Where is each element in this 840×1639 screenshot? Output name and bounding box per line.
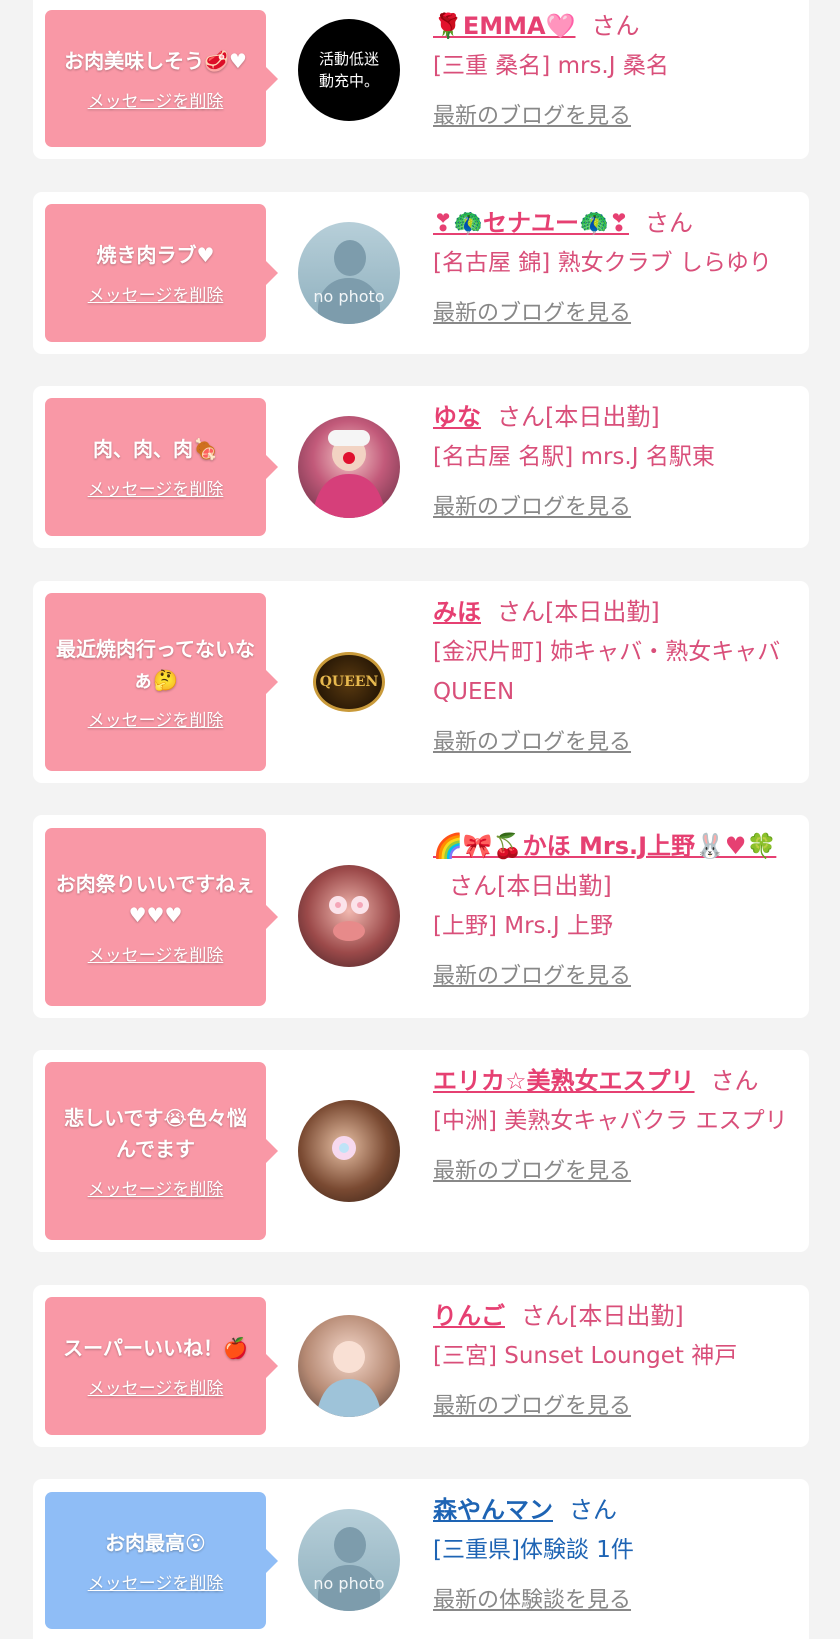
- cast-name-link[interactable]: ❣🦚セナユー🦚❣: [433, 209, 629, 237]
- silhouette-head: [334, 240, 366, 276]
- shop-location: [上野] Mrs.J 上野: [433, 913, 613, 939]
- latest-blog-link[interactable]: 最新のブログを見る: [433, 295, 631, 327]
- message-card: お肉美味しそう🥩♥ メッセージを削除 活動低迷動充中。 🌹EMMA🩷 さん [三重…: [33, 0, 809, 159]
- message-card: 焼き肉ラブ♥ メッセージを削除 no photo ❣🦚セナユー🦚❣ さん [名古屋…: [33, 192, 809, 354]
- queen-logo-text: QUEEN: [319, 674, 379, 690]
- delete-message-link[interactable]: メッセージを削除: [88, 1374, 224, 1399]
- no-photo-placeholder: no photo: [298, 222, 400, 324]
- message-bubble: 最近焼肉行ってないなぁ🤔 メッセージを削除: [45, 593, 278, 771]
- delete-message-link[interactable]: メッセージを削除: [88, 281, 224, 306]
- message-bubble: 悲しいです😭色々悩んでます メッセージを削除: [45, 1062, 278, 1240]
- avatar[interactable]: 活動低迷動充中。: [298, 19, 400, 121]
- delete-message-link[interactable]: メッセージを削除: [88, 941, 224, 966]
- message-bubble: スーパーいいね！🍎 メッセージを削除: [45, 1297, 278, 1435]
- shop-location: [金沢片町] 姉キャバ・熟女キャバ QUEEN: [433, 639, 781, 705]
- latest-blog-link[interactable]: 最新のブログを見る: [433, 1388, 631, 1420]
- silhouette-head: [334, 1527, 366, 1563]
- avatar[interactable]: no photo: [298, 1509, 400, 1611]
- message-card: スーパーいいね！🍎 メッセージを削除 りんご さん[本日出勤] [三宮] Suns…: [33, 1285, 809, 1447]
- message-bubble: お肉最高😮 メッセージを削除: [45, 1492, 278, 1629]
- cast-name-link[interactable]: 🌈🎀🍒かほ Mrs.J上野🐰♥🍀: [433, 832, 776, 860]
- latest-blog-link[interactable]: 最新のブログを見る: [433, 958, 631, 990]
- honorific: さん[本日出勤]: [497, 403, 660, 431]
- avatar-photo: [312, 430, 386, 518]
- cast-info: 🌹EMMA🩷 さん [三重 桑名] mrs.J 桑名 最新のブログを見る: [433, 6, 799, 130]
- cast-info: みほ さん[本日出勤] [金沢片町] 姉キャバ・熟女キャバ QUEEN 最新のブロ…: [433, 592, 799, 756]
- latest-review-link[interactable]: 最新の体験談を見る: [433, 1582, 631, 1614]
- latest-blog-link[interactable]: 最新のブログを見る: [433, 724, 631, 756]
- cast-name-link[interactable]: ゆな: [433, 403, 481, 431]
- cast-name-link[interactable]: りんご: [433, 1302, 505, 1330]
- delete-message-link[interactable]: メッセージを削除: [88, 706, 224, 731]
- reviewer-name-link[interactable]: 森やんマン: [433, 1496, 553, 1524]
- shop-location: [中洲] 美熟女キャバクラ エスプリ: [433, 1108, 788, 1134]
- honorific: さん: [591, 12, 640, 40]
- shop-location: [三重 桑名] mrs.J 桑名: [433, 53, 669, 79]
- avatar[interactable]: [298, 865, 400, 967]
- cast-info: りんご さん[本日出勤] [三宮] Sunset Lounget 神戸 最新のブロ…: [433, 1296, 799, 1420]
- cast-name-link[interactable]: 🌹EMMA🩷: [433, 12, 576, 40]
- latest-blog-link[interactable]: 最新のブログを見る: [433, 98, 631, 130]
- latest-blog-link[interactable]: 最新のブログを見る: [433, 489, 631, 521]
- message-bubble: お肉美味しそう🥩♥ メッセージを削除: [45, 10, 278, 147]
- no-photo-text: no photo: [313, 287, 385, 306]
- message-bubble: 焼き肉ラブ♥ メッセージを削除: [45, 204, 278, 342]
- message-card: お肉最高😮 メッセージを削除 no photo 森やんマン さん [三重県]体験談…: [33, 1479, 809, 1639]
- reviewer-location: [三重県]体験談 1件: [433, 1537, 634, 1563]
- no-photo-placeholder: no photo: [298, 1509, 400, 1611]
- honorific: さん[本日出勤]: [497, 598, 660, 626]
- message-text: 悲しいです😭色々悩んでます: [64, 1105, 247, 1161]
- message-bubble: お肉祭りいいですねぇ♥♥♥ メッセージを削除: [45, 828, 278, 1006]
- avatar-text: 活動低迷動充中。: [318, 50, 379, 90]
- honorific: さん[本日出勤]: [449, 872, 612, 900]
- cast-name-link[interactable]: エリカ☆美熟女エスプリ: [433, 1067, 695, 1095]
- avatar[interactable]: [298, 1315, 400, 1417]
- honorific: さん[本日出勤]: [521, 1302, 684, 1330]
- avatar-photo: [316, 1341, 382, 1417]
- latest-blog-link[interactable]: 最新のブログを見る: [433, 1153, 631, 1185]
- message-card: 最近焼肉行ってないなぁ🤔 メッセージを削除 QUEEN みほ さん[本日出勤] […: [33, 581, 809, 783]
- cast-info: 森やんマン さん [三重県]体験談 1件 最新の体験談を見る: [433, 1490, 799, 1614]
- message-card: お肉祭りいいですねぇ♥♥♥ メッセージを削除 🌈🎀🍒かほ Mrs.J上野🐰♥🍀 さ…: [33, 815, 809, 1018]
- cast-info: ゆな さん[本日出勤] [名古屋 名駅] mrs.J 名駅東 最新のブログを見る: [433, 397, 799, 521]
- message-text: スーパーいいね！🍎: [63, 1336, 248, 1360]
- avatar[interactable]: no photo: [298, 222, 400, 324]
- cast-info: エリカ☆美熟女エスプリ さん [中洲] 美熟女キャバクラ エスプリ 最新のブログを…: [433, 1061, 799, 1185]
- shop-location: [名古屋 錦] 熟女クラブ しらゆり: [433, 250, 772, 276]
- message-text: 肉、肉、肉🍖: [93, 437, 218, 461]
- message-text: お肉美味しそう🥩♥: [64, 48, 247, 73]
- shop-location: [三宮] Sunset Lounget 神戸: [433, 1343, 738, 1369]
- avatar-photo: [332, 1136, 356, 1160]
- honorific: さん: [644, 209, 693, 237]
- shop-location: [名古屋 名駅] mrs.J 名駅東: [433, 444, 715, 470]
- avatar[interactable]: [298, 416, 400, 518]
- cast-name-link[interactable]: みほ: [433, 598, 481, 626]
- delete-message-link[interactable]: メッセージを削除: [88, 1175, 224, 1200]
- queen-logo: QUEEN: [313, 652, 385, 712]
- cast-info: 🌈🎀🍒かほ Mrs.J上野🐰♥🍀 さん[本日出勤] [上野] Mrs.J 上野 最…: [433, 826, 799, 990]
- cast-info: ❣🦚セナユー🦚❣ さん [名古屋 錦] 熟女クラブ しらゆり 最新のブログを見る: [433, 203, 799, 327]
- message-text: お肉最高😮: [105, 1530, 206, 1555]
- avatar-photo: [329, 896, 369, 941]
- message-card: 肉、肉、肉🍖 メッセージを削除 ゆな さん[本日出勤] [名古屋 名駅] mrs.…: [33, 386, 809, 548]
- avatar[interactable]: [298, 1100, 400, 1202]
- honorific: さん: [710, 1067, 759, 1095]
- message-text: 焼き肉ラブ♥: [96, 243, 215, 267]
- delete-message-link[interactable]: メッセージを削除: [88, 87, 224, 112]
- delete-message-link[interactable]: メッセージを削除: [88, 1569, 224, 1594]
- no-photo-text: no photo: [313, 1574, 385, 1593]
- message-text: お肉祭りいいですねぇ♥♥♥: [55, 871, 256, 927]
- avatar[interactable]: QUEEN: [298, 631, 400, 733]
- message-card: 悲しいです😭色々悩んでます メッセージを削除 エリカ☆美熟女エスプリ さん [中洲…: [33, 1050, 809, 1252]
- message-bubble: 肉、肉、肉🍖 メッセージを削除: [45, 398, 278, 536]
- message-text: 最近焼肉行ってないなぁ🤔: [56, 636, 255, 692]
- honorific: さん: [569, 1496, 617, 1524]
- delete-message-link[interactable]: メッセージを削除: [88, 475, 224, 500]
